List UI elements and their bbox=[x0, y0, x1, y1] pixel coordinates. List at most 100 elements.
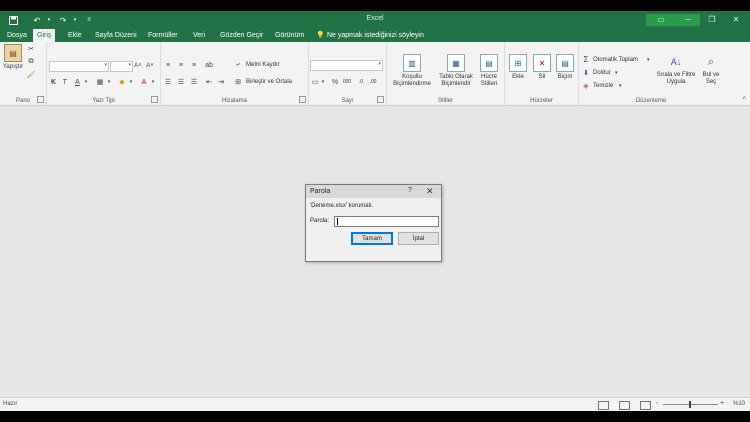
font-name-combo[interactable]: ▾ bbox=[49, 61, 109, 72]
bottom-align-icon[interactable]: ≡ bbox=[189, 60, 199, 70]
decrease-indent-icon[interactable]: ⇤ bbox=[204, 77, 214, 87]
align-left-icon[interactable]: ☰ bbox=[163, 77, 173, 87]
format-cells-button[interactable]: ▤ Biçim bbox=[554, 54, 576, 81]
tell-me-search[interactable]: Ne yapmak istediğinizi söyleyin bbox=[327, 29, 424, 42]
chevron-down-icon[interactable]: ▾ bbox=[128, 77, 134, 87]
tab-formulas[interactable]: Formüller bbox=[144, 29, 182, 42]
lightbulb-icon: 💡 bbox=[316, 32, 325, 39]
bold-button[interactable]: K bbox=[49, 77, 58, 87]
paste-button[interactable]: ▤ Yapıştır bbox=[2, 44, 24, 71]
group-alignment: ≡ ≡ ≡ ab ⤶ Metni Kaydır ☰ ☰ ☰ ⇤ ⇥ ⊞ Birl… bbox=[161, 42, 309, 105]
delete-cells-label: Sil bbox=[538, 74, 546, 80]
conditional-formatting-button[interactable]: ▥ Koşullu Biçimlendirme bbox=[388, 54, 436, 88]
tab-page-layout[interactable]: Sayfa Düzeni bbox=[91, 29, 141, 42]
tab-review[interactable]: Gözden Geçir bbox=[216, 29, 267, 42]
find-select-button[interactable]: ⌕ Bul ve Seç bbox=[699, 54, 723, 86]
font-launcher-icon[interactable] bbox=[151, 96, 158, 103]
close-icon[interactable]: ✕ bbox=[426, 186, 434, 197]
password-field[interactable] bbox=[334, 216, 439, 227]
increase-font-size-icon[interactable]: A˄ bbox=[133, 61, 143, 71]
group-clipboard: ▤ Yapıştır ✂ ⧉ 🖌 Pano bbox=[0, 42, 47, 105]
comma-style-button[interactable]: 000 bbox=[341, 77, 353, 87]
autosum-icon[interactable]: Σ bbox=[582, 55, 590, 64]
minimize-button[interactable]: ─ bbox=[680, 13, 696, 26]
copy-icon[interactable]: ⧉ bbox=[26, 57, 36, 67]
text-caret bbox=[337, 218, 338, 225]
restore-button[interactable]: ❐ bbox=[704, 13, 720, 26]
clear-button[interactable]: Temizle bbox=[593, 83, 613, 89]
increase-decimal-icon[interactable]: .0 bbox=[356, 77, 366, 87]
format-as-table-button[interactable]: ▦ Tablo Olarak Biçimlendir bbox=[437, 54, 475, 88]
ribbon-display-options-icon[interactable]: ▭ bbox=[653, 13, 669, 26]
tab-view[interactable]: Görünüm bbox=[271, 29, 308, 42]
align-center-icon[interactable]: ☰ bbox=[176, 77, 186, 87]
tab-data[interactable]: Veri bbox=[189, 29, 209, 42]
sort-filter-button[interactable]: A↓ Sırala ve Filtre Uygula bbox=[653, 54, 699, 86]
number-launcher-icon[interactable] bbox=[377, 96, 384, 103]
tab-insert[interactable]: Ekle bbox=[64, 29, 86, 42]
tab-file[interactable]: Dosya bbox=[3, 29, 31, 42]
zoom-in-icon[interactable]: + bbox=[720, 400, 724, 407]
borders-icon[interactable]: ▦ bbox=[95, 77, 105, 87]
font-color-button[interactable]: A bbox=[139, 77, 149, 87]
delete-cells-button[interactable]: ✕ Sil bbox=[531, 54, 553, 81]
merge-cells-icon[interactable]: ⊞ bbox=[233, 77, 243, 87]
alignment-launcher-icon[interactable] bbox=[299, 96, 306, 103]
normal-view-icon[interactable] bbox=[598, 401, 609, 410]
autosum-button[interactable]: Otomatik Toplam bbox=[593, 57, 638, 63]
italic-button[interactable]: T bbox=[60, 77, 69, 87]
number-group-label: Sayı bbox=[341, 98, 354, 104]
decrease-font-size-icon[interactable]: A˅ bbox=[145, 61, 155, 71]
collapse-ribbon-icon[interactable]: ˄ bbox=[742, 96, 746, 102]
group-editing: Σ Otomatik Toplam ▾ ⬇ Doldur ▾ ◈ Temizle… bbox=[579, 42, 723, 105]
clipboard-launcher-icon[interactable] bbox=[37, 96, 44, 103]
chevron-down-icon[interactable]: ▾ bbox=[615, 70, 618, 76]
format-painter-icon[interactable]: 🖌 bbox=[26, 70, 36, 80]
close-window-button[interactable]: ✕ bbox=[728, 13, 744, 26]
ok-button[interactable]: Tamam bbox=[351, 232, 393, 245]
align-right-icon[interactable]: ☰ bbox=[189, 77, 199, 87]
page-layout-view-icon[interactable] bbox=[619, 401, 630, 410]
cut-icon[interactable]: ✂ bbox=[26, 44, 36, 54]
accounting-format-icon[interactable]: ▭ bbox=[310, 77, 320, 87]
sort-filter-line2: Uygula bbox=[666, 79, 686, 85]
title-bar: ↶ ▾ ↷ ▾ ≡ Excel ▭ ─ ❐ ✕ bbox=[0, 11, 750, 29]
chevron-down-icon[interactable]: ▾ bbox=[647, 57, 650, 63]
chevron-down-icon[interactable]: ▾ bbox=[83, 77, 89, 87]
wrap-text-icon[interactable]: ⤶ bbox=[233, 60, 243, 70]
merge-center-button[interactable]: Birleştir ve Ortala bbox=[246, 79, 292, 85]
cell-styles-button[interactable]: ▤ Hücre Stilleri bbox=[476, 54, 502, 88]
wrap-text-button[interactable]: Metni Kaydır bbox=[246, 62, 280, 68]
fill-down-icon[interactable]: ⬇ bbox=[582, 68, 590, 77]
increase-indent-icon[interactable]: ⇥ bbox=[216, 77, 226, 87]
fill-color-icon[interactable]: ◆ bbox=[117, 77, 127, 87]
conditional-formatting-line2: Biçimlendirme bbox=[393, 81, 431, 87]
underline-button[interactable]: A bbox=[73, 77, 82, 87]
zoom-slider-thumb[interactable] bbox=[689, 401, 691, 408]
sort-filter-line1: Sırala ve Filtre bbox=[656, 72, 696, 78]
page-break-preview-icon[interactable] bbox=[640, 401, 651, 410]
chevron-down-icon[interactable]: ▾ bbox=[150, 77, 156, 87]
font-size-combo[interactable]: ▾ bbox=[110, 61, 133, 72]
help-icon[interactable]: ? bbox=[408, 187, 412, 194]
chevron-down-icon[interactable]: ▾ bbox=[320, 77, 326, 87]
middle-align-icon[interactable]: ≡ bbox=[176, 60, 186, 70]
insert-cells-button[interactable]: ⊞ Ekle bbox=[507, 54, 529, 81]
number-format-combo[interactable]: ▾ bbox=[310, 60, 383, 71]
find-select-line2: Seç bbox=[705, 79, 717, 85]
tab-home[interactable]: Giriş bbox=[33, 29, 56, 42]
table-icon: ▦ bbox=[447, 54, 465, 72]
zoom-level[interactable]: %10 bbox=[733, 401, 745, 407]
eraser-icon[interactable]: ◈ bbox=[582, 81, 590, 90]
fill-button[interactable]: Doldur bbox=[593, 70, 611, 76]
top-align-icon[interactable]: ≡ bbox=[163, 60, 173, 70]
paste-label: Yapıştır bbox=[2, 64, 24, 70]
zoom-out-icon[interactable]: - bbox=[656, 400, 658, 407]
group-font: ▾ ▾ A˄ A˅ K T A ▾ ▦ ▾ ◆ ▾ A ▾ Yazı Tipi bbox=[47, 42, 161, 105]
percent-button[interactable]: % bbox=[330, 77, 340, 87]
cancel-button[interactable]: İptal bbox=[398, 232, 439, 245]
decrease-decimal-icon[interactable]: .00 bbox=[368, 77, 378, 87]
chevron-down-icon[interactable]: ▾ bbox=[619, 83, 622, 89]
orientation-icon[interactable]: ab bbox=[204, 60, 214, 70]
chevron-down-icon[interactable]: ▾ bbox=[106, 77, 112, 87]
